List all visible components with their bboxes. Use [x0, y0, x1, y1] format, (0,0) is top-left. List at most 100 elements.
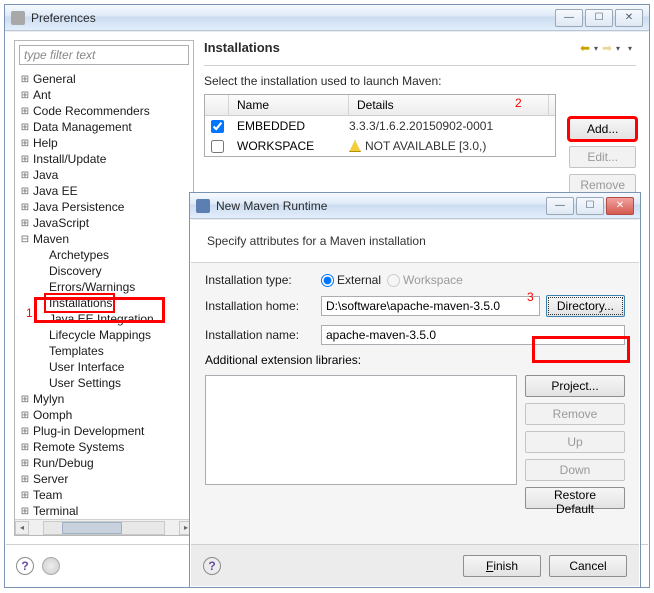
- expand-icon[interactable]: ⊞: [19, 490, 31, 501]
- minimize-button[interactable]: —: [555, 9, 583, 27]
- install-name-label: Installation name:: [205, 328, 315, 342]
- tree-item-ant[interactable]: ⊞Ant: [15, 87, 193, 103]
- tree-item-terminal[interactable]: ⊞Terminal: [15, 503, 193, 519]
- dialog-icon: [196, 199, 210, 213]
- tree-item-team[interactable]: ⊞Team: [15, 487, 193, 503]
- tree-item-label: Team: [31, 488, 62, 502]
- tree-item-user-interface[interactable]: User Interface: [15, 359, 193, 375]
- dialog-minimize-button[interactable]: —: [546, 197, 574, 215]
- tree-item-maven[interactable]: ⊟Maven: [15, 231, 193, 247]
- expand-icon[interactable]: ⊞: [19, 394, 31, 405]
- tree-item-remote-systems[interactable]: ⊞Remote Systems: [15, 439, 193, 455]
- row-details: NOT AVAILABLE [3.0,): [349, 139, 549, 153]
- radio-external[interactable]: External: [321, 273, 381, 287]
- extension-libs-list[interactable]: [205, 375, 517, 485]
- tree-item-lifecycle-mappings[interactable]: Lifecycle Mappings: [15, 327, 193, 343]
- expand-icon[interactable]: ⊞: [19, 74, 31, 85]
- tree-item-label: Java Persistence: [31, 200, 124, 214]
- new-maven-runtime-dialog: New Maven Runtime — ☐ ✕ Specify attribut…: [189, 192, 641, 588]
- restore-default-button[interactable]: Restore Default: [525, 487, 625, 509]
- dialog-help-icon[interactable]: ?: [203, 557, 221, 575]
- lib-remove-button[interactable]: Remove: [525, 403, 625, 425]
- filter-input[interactable]: type filter text: [19, 45, 189, 65]
- tree-item-templates[interactable]: Templates: [15, 343, 193, 359]
- tree-item-discovery[interactable]: Discovery: [15, 263, 193, 279]
- preferences-tree[interactable]: ⊞General⊞Ant⊞Code Recommenders⊞Data Mana…: [15, 69, 193, 519]
- tree-item-label: Java EE: [31, 184, 78, 198]
- tree-item-label: Code Recommenders: [31, 104, 150, 118]
- tree-item-javascript[interactable]: ⊞JavaScript: [15, 215, 193, 231]
- expand-icon[interactable]: ⊟: [19, 234, 31, 245]
- expand-icon[interactable]: ⊞: [19, 106, 31, 117]
- tree-item-data-management[interactable]: ⊞Data Management: [15, 119, 193, 135]
- expand-icon[interactable]: ⊞: [19, 186, 31, 197]
- table-row[interactable]: WORKSPACENOT AVAILABLE [3.0,): [205, 136, 555, 156]
- tree-item-label: Data Management: [31, 120, 132, 134]
- preferences-titlebar[interactable]: Preferences — ☐ ✕: [5, 5, 649, 31]
- expand-icon[interactable]: ⊞: [19, 458, 31, 469]
- expand-icon[interactable]: ⊞: [19, 170, 31, 181]
- tree-item-install-update[interactable]: ⊞Install/Update: [15, 151, 193, 167]
- cancel-button[interactable]: Cancel: [549, 555, 627, 577]
- expand-icon[interactable]: ⊞: [19, 122, 31, 133]
- tree-item-general[interactable]: ⊞General: [15, 71, 193, 87]
- row-name: WORKSPACE: [229, 139, 349, 153]
- expand-icon[interactable]: ⊞: [19, 90, 31, 101]
- scroll-left-icon[interactable]: ◂: [15, 521, 29, 535]
- tree-item-errors-warnings[interactable]: Errors/Warnings: [15, 279, 193, 295]
- expand-icon[interactable]: ⊞: [19, 138, 31, 149]
- expand-icon[interactable]: ⊞: [19, 426, 31, 437]
- edit-button[interactable]: Edit...: [569, 146, 636, 168]
- tree-item-oomph[interactable]: ⊞Oomph: [15, 407, 193, 423]
- expand-icon[interactable]: ⊞: [19, 506, 31, 517]
- up-button[interactable]: Up: [525, 431, 625, 453]
- forward-icon[interactable]: ➡: [602, 41, 616, 55]
- expand-icon[interactable]: ⊞: [19, 202, 31, 213]
- footer-icon[interactable]: [42, 557, 60, 575]
- back-menu-icon[interactable]: ▾: [594, 42, 602, 53]
- tree-item-java[interactable]: ⊞Java: [15, 167, 193, 183]
- tree-item-mylyn[interactable]: ⊞Mylyn: [15, 391, 193, 407]
- tree-scrollbar[interactable]: ◂ ▸: [15, 519, 193, 535]
- runtime-titlebar[interactable]: New Maven Runtime — ☐ ✕: [190, 193, 640, 219]
- tree-item-server[interactable]: ⊞Server: [15, 471, 193, 487]
- expand-icon[interactable]: ⊞: [19, 218, 31, 229]
- directory-button[interactable]: Directory...: [546, 295, 625, 317]
- close-button[interactable]: ✕: [615, 9, 643, 27]
- tree-item-archetypes[interactable]: Archetypes: [15, 247, 193, 263]
- tree-item-run-debug[interactable]: ⊞Run/Debug: [15, 455, 193, 471]
- highlight-directory: [532, 336, 630, 363]
- project-button[interactable]: Project...: [525, 375, 625, 397]
- tree-item-user-settings[interactable]: User Settings: [15, 375, 193, 391]
- row-checkbox[interactable]: [211, 140, 224, 153]
- tree-item-plug-in-development[interactable]: ⊞Plug-in Development: [15, 423, 193, 439]
- tree-item-java-persistence[interactable]: ⊞Java Persistence: [15, 199, 193, 215]
- table-row[interactable]: EMBEDDED3.3.3/1.6.2.20150902-0001: [205, 116, 555, 136]
- view-menu-icon[interactable]: ▾: [628, 42, 636, 53]
- row-checkbox[interactable]: [211, 120, 224, 133]
- add-button[interactable]: Add...: [569, 118, 636, 140]
- expand-icon[interactable]: ⊞: [19, 474, 31, 485]
- page-description: Select the installation used to launch M…: [204, 74, 636, 88]
- expand-icon[interactable]: ⊞: [19, 442, 31, 453]
- tree-item-java-ee[interactable]: ⊞Java EE: [15, 183, 193, 199]
- tree-item-label: Help: [31, 136, 58, 150]
- tree-item-label: Templates: [47, 344, 104, 358]
- tree-item-label: Server: [31, 472, 68, 486]
- scroll-thumb[interactable]: [62, 522, 122, 534]
- column-name[interactable]: Name: [229, 95, 349, 115]
- maximize-button[interactable]: ☐: [585, 9, 613, 27]
- finish-button[interactable]: Finish: [463, 555, 541, 577]
- dialog-maximize-button[interactable]: ☐: [576, 197, 604, 215]
- expand-icon[interactable]: ⊞: [19, 410, 31, 421]
- install-home-input[interactable]: D:\software\apache-maven-3.5.0: [321, 296, 540, 316]
- expand-icon[interactable]: ⊞: [19, 154, 31, 165]
- help-icon[interactable]: ?: [16, 557, 34, 575]
- tree-item-help[interactable]: ⊞Help: [15, 135, 193, 151]
- forward-menu-icon[interactable]: ▾: [616, 42, 624, 53]
- dialog-banner: Specify attributes for a Maven installat…: [191, 220, 639, 263]
- tree-item-code-recommenders[interactable]: ⊞Code Recommenders: [15, 103, 193, 119]
- back-icon[interactable]: ⬅: [580, 41, 594, 55]
- dialog-close-button[interactable]: ✕: [606, 197, 634, 215]
- down-button[interactable]: Down: [525, 459, 625, 481]
